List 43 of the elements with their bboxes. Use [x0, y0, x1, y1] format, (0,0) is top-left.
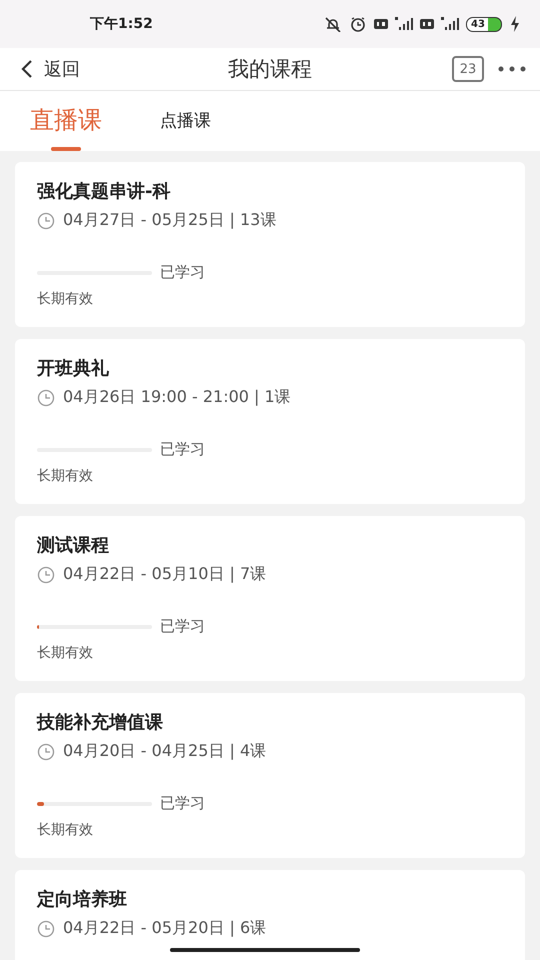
- alarm-icon: [349, 16, 367, 32]
- battery-level: 43: [466, 16, 502, 32]
- clock-icon: [37, 742, 55, 760]
- validity-text: 长期有效: [37, 644, 94, 662]
- course-title: 开班典礼: [37, 357, 110, 381]
- progress-label: 已学习: [160, 263, 205, 282]
- course-schedule: 04月20日 - 04月25日 | 4课: [63, 741, 266, 762]
- course-title: 技能补充增值课: [37, 711, 164, 735]
- page-title: 我的课程: [228, 56, 312, 83]
- signal-icon: [395, 16, 413, 32]
- clock-icon: [37, 566, 55, 584]
- tab[interactable]: 点播课: [160, 91, 211, 151]
- charging-icon: [509, 16, 520, 32]
- course-card[interactable]: 测试课程 04月22日 - 05月10日 | 7课 已学习 长期有效: [15, 516, 525, 681]
- mute-bell-icon: [324, 16, 342, 32]
- course-card[interactable]: 开班典礼 04月26日 19:00 - 21:00 | 1课 已学习 长期有效: [15, 339, 525, 504]
- hd-icon: [374, 16, 388, 32]
- course-card[interactable]: 定向培养班 04月22日 - 05月20日 | 6课: [15, 870, 525, 960]
- more-icon[interactable]: [498, 66, 526, 72]
- clock-icon: [37, 388, 55, 406]
- calendar-button[interactable]: 23: [452, 56, 484, 82]
- back-button[interactable]: 返回: [20, 57, 80, 81]
- course-schedule: 04月26日 19:00 - 21:00 | 1课: [63, 387, 291, 408]
- validity-text: 长期有效: [37, 821, 94, 839]
- validity-text: 长期有效: [37, 467, 94, 485]
- validity-text: 长期有效: [37, 290, 94, 308]
- course-schedule: 04月27日 - 05月25日 | 13课: [63, 210, 276, 231]
- course-title: 强化真题串讲-科: [37, 180, 172, 204]
- course-schedule: 04月22日 - 05月10日 | 7课: [63, 564, 266, 585]
- clock-icon: [37, 212, 55, 230]
- clock-icon: [37, 920, 55, 938]
- course-title: 测试课程: [37, 534, 110, 558]
- status-time: 下午1:52: [90, 15, 153, 33]
- course-title: 定向培养班: [37, 888, 128, 912]
- course-schedule: 04月22日 - 05月20日 | 6课: [63, 918, 266, 939]
- progress-label: 已学习: [160, 617, 205, 636]
- course-card[interactable]: 技能补充增值课 04月20日 - 04月25日 | 4课 已学习 长期有效: [15, 693, 525, 858]
- progress-label: 已学习: [160, 794, 205, 813]
- progress-label: 已学习: [160, 440, 205, 459]
- signal-icon: [441, 16, 459, 32]
- hd-icon: [420, 16, 434, 32]
- course-card[interactable]: 强化真题串讲-科 04月27日 - 05月25日 | 13课 已学习 长期有效: [15, 162, 525, 327]
- chevron-left-icon: [20, 59, 34, 79]
